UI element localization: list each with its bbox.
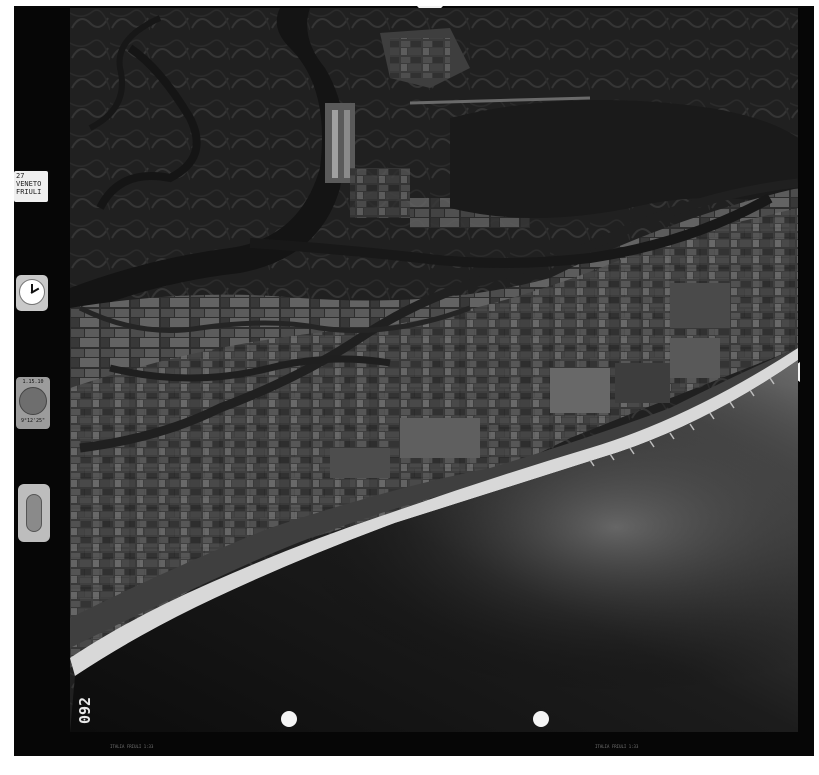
- altimeter-icon: 1.15.10 9°12'25": [16, 377, 50, 429]
- altimeter-bottom-text: 9°12'25": [20, 418, 46, 424]
- label-line1: 27: [16, 172, 25, 180]
- level-bubble-icon: [18, 484, 50, 542]
- region-label-card: 27 VENETO FRIULI: [14, 171, 48, 202]
- aerial-photograph: [70, 8, 798, 732]
- clock-icon: [16, 275, 48, 311]
- label-line3: FRIULI: [16, 188, 42, 196]
- footer-text-left: ITALIA FRIULI 1:33: [110, 744, 154, 749]
- registration-hole-right: [533, 711, 549, 727]
- registration-hole-left: [281, 711, 297, 727]
- footer-text-right: ITALIA FRIULI 1:33: [595, 744, 639, 749]
- label-line2: VENETO: [16, 180, 42, 188]
- altimeter-top-text: 1.15.10: [22, 379, 44, 385]
- frame-number: 092: [76, 696, 94, 724]
